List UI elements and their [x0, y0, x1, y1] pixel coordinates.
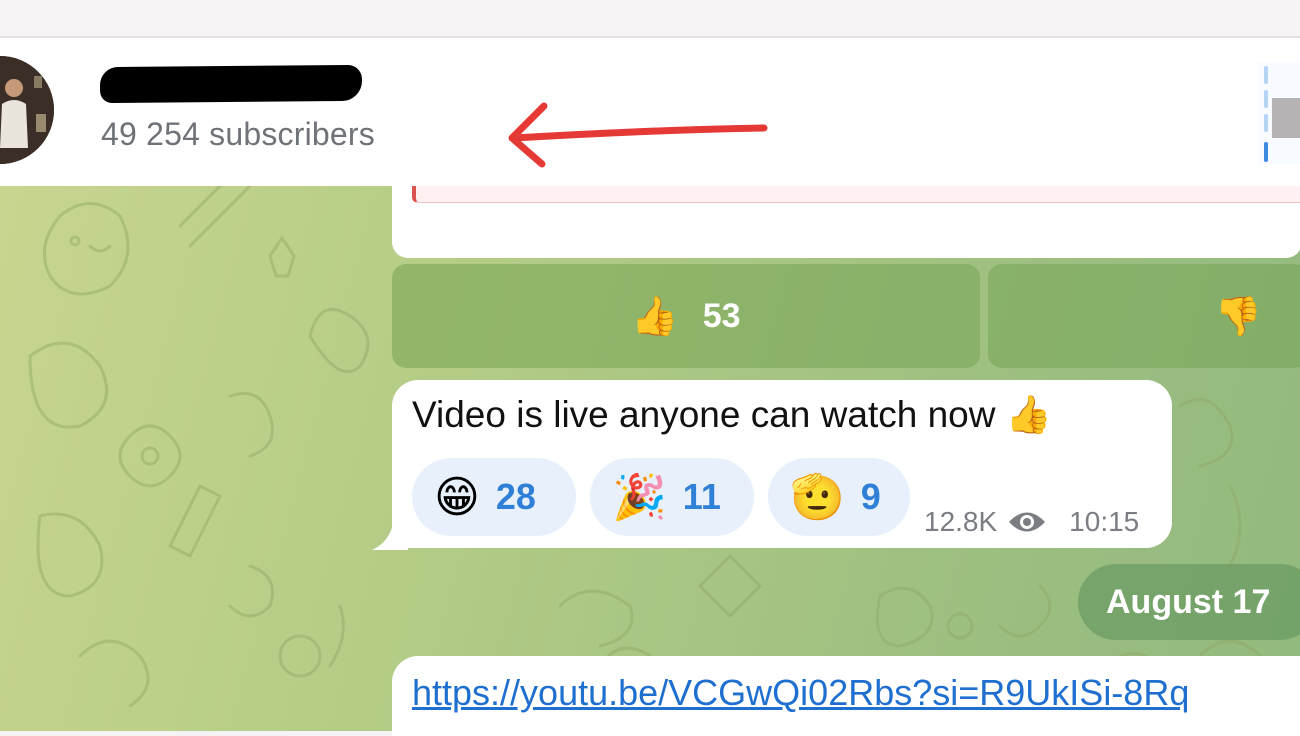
- annotation-arrow-icon: [508, 102, 768, 168]
- channel-name-redacted: [99, 64, 363, 104]
- channel-avatar[interactable]: [0, 56, 54, 164]
- thumbs-down-icon: 👎: [1214, 293, 1262, 338]
- party-popper-icon: 🎉: [612, 472, 667, 523]
- eye-icon: [1009, 512, 1046, 532]
- reaction-grinning[interactable]: 😁 28: [412, 458, 576, 536]
- pinned-message-indicator[interactable]: [1258, 62, 1300, 164]
- previous-message-quote: [412, 186, 1300, 203]
- reaction-salute[interactable]: 🫡 9: [768, 458, 910, 536]
- channel-header[interactable]: 49 254 subscribers: [0, 38, 1300, 186]
- inline-button-thumbs-up[interactable]: 👍 53: [392, 264, 980, 368]
- inline-button-thumbs-down[interactable]: 👎: [988, 264, 1300, 368]
- previous-message-bubble: [392, 186, 1300, 258]
- youtube-link[interactable]: https://youtu.be/VCGwQi02Rbs?si=R9UkISi-…: [412, 672, 1189, 714]
- message-bubble[interactable]: Video is live anyone can watch now 👍 😁 2…: [392, 380, 1172, 548]
- browser-top-strip: [0, 0, 1300, 38]
- reaction-count: 28: [495, 476, 536, 517]
- thumbs-up-icon: 👍: [631, 293, 679, 338]
- message-meta: 12.8K 10:15: [924, 506, 1139, 538]
- message-text: Video is live anyone can watch now 👍: [412, 394, 1052, 435]
- message-time: 10:15: [1069, 506, 1140, 537]
- reaction-count: 9: [860, 476, 881, 517]
- saluting-face-icon: 🫡: [790, 472, 845, 523]
- grinning-face-icon: 😁: [434, 471, 480, 523]
- view-count: 12.8K: [924, 506, 998, 537]
- reaction-party[interactable]: 🎉 11: [590, 458, 754, 536]
- thumbs-up-count: 53: [702, 296, 741, 335]
- subscriber-count: 49 254 subscribers: [101, 116, 375, 152]
- reaction-count: 11: [682, 476, 721, 517]
- link-message-bubble: https://youtu.be/VCGwQi02Rbs?si=R9UkISi-…: [392, 656, 1300, 736]
- pinned-thumbnail-icon: [1272, 98, 1300, 138]
- avatar-photo-icon: [0, 56, 54, 164]
- date-separator: August 17: [1078, 564, 1300, 640]
